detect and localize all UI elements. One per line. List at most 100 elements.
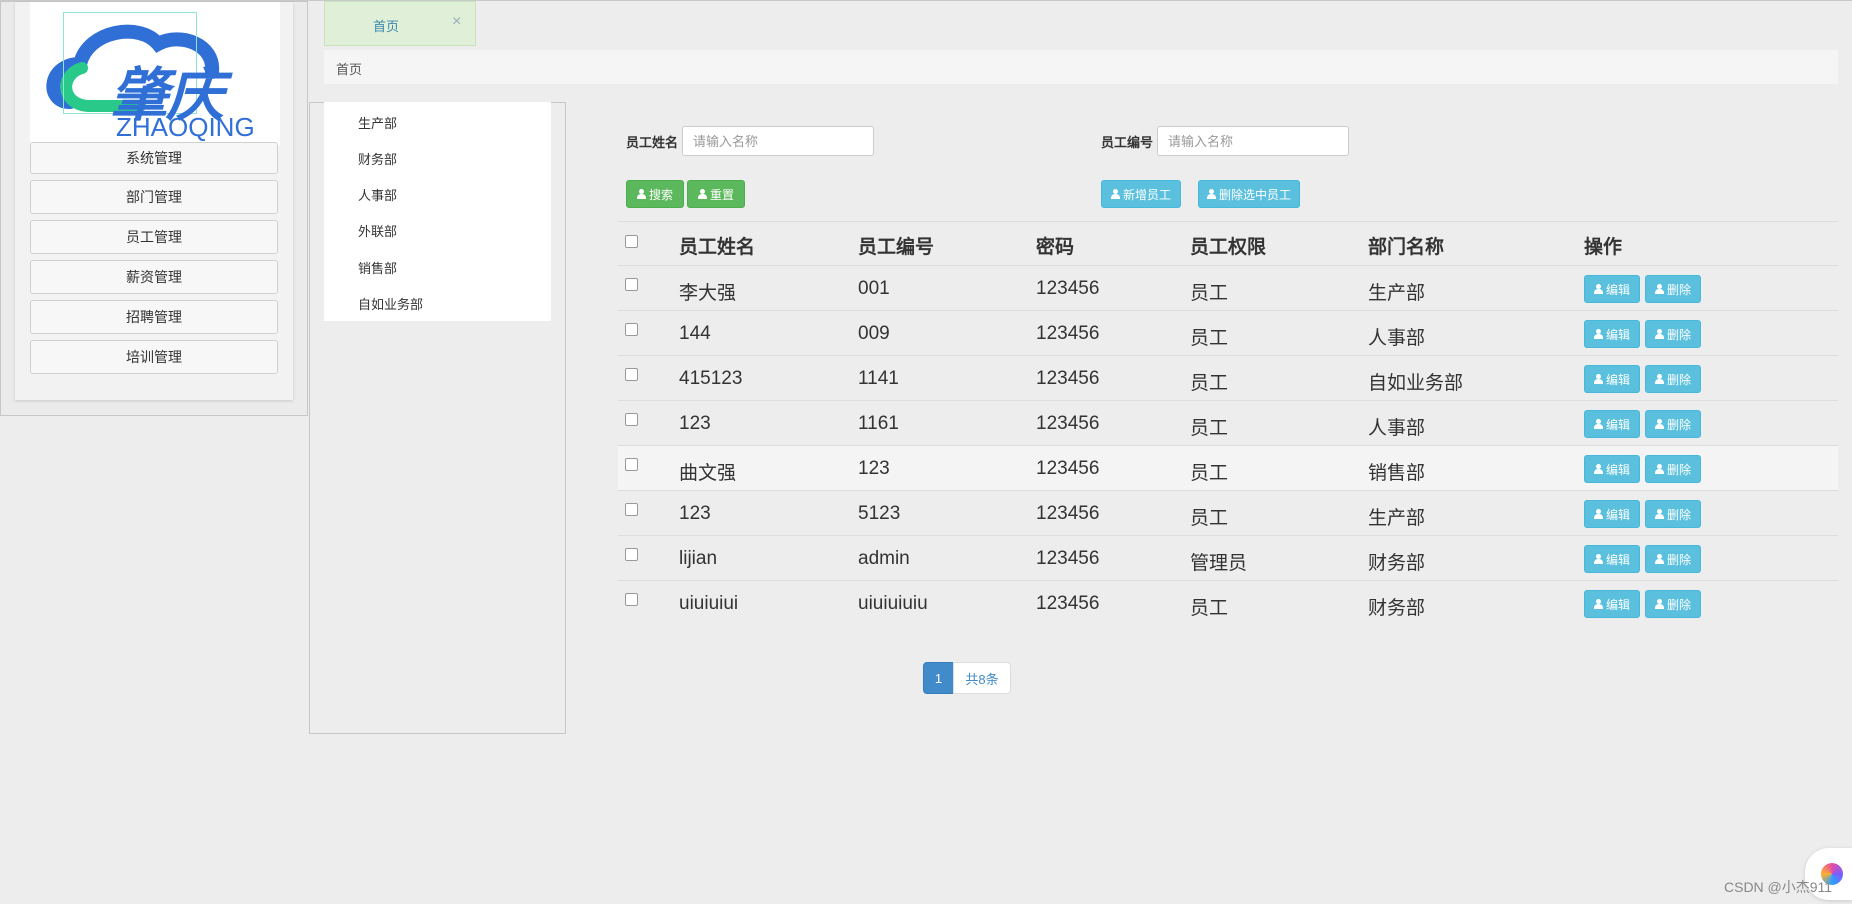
table-row: uiuiuiui uiuiuiuiu 123456 员工 财务部 编辑 删除: [618, 580, 1838, 625]
edit-button-label: 编辑: [1605, 552, 1630, 567]
department-item[interactable]: 生产部: [358, 113, 397, 132]
delete-button[interactable]: 删除: [1645, 320, 1701, 348]
employee-id-input[interactable]: [1157, 126, 1349, 156]
department-item[interactable]: 外联部: [358, 221, 397, 240]
cell-id: 1161: [858, 413, 899, 434]
delete-button-label: 删除: [1666, 552, 1691, 567]
cell-role: 员工: [1190, 283, 1229, 304]
cell-password: 123456: [1036, 593, 1100, 614]
row-checkbox[interactable]: [625, 323, 638, 336]
edit-button-label: 编辑: [1605, 327, 1630, 342]
row-checkbox[interactable]: [625, 278, 638, 291]
delete-button[interactable]: 删除: [1645, 410, 1701, 438]
search-button[interactable]: 搜索: [626, 180, 684, 208]
edit-button[interactable]: 编辑: [1584, 320, 1640, 348]
cell-department: 人事部: [1368, 418, 1426, 439]
table-row: 144 009 123456 员工 人事部 编辑 删除: [618, 310, 1838, 355]
edit-button[interactable]: 编辑: [1584, 545, 1640, 573]
delete-button-label: 删除: [1666, 417, 1691, 432]
department-item[interactable]: 销售部: [358, 258, 397, 277]
cell-name: 144: [679, 323, 711, 344]
sidebar-item-training[interactable]: 培训管理: [30, 340, 278, 374]
user-icon: [1593, 284, 1603, 294]
row-checkbox[interactable]: [625, 593, 638, 606]
cell-role: 管理员: [1190, 553, 1248, 574]
edit-button[interactable]: 编辑: [1584, 365, 1640, 393]
cell-name: 123: [679, 413, 711, 434]
user-icon: [1654, 599, 1664, 609]
sidebar-item-salary[interactable]: 薪资管理: [30, 260, 278, 294]
cell-department: 生产部: [1368, 283, 1426, 304]
department-list: 生产部 财务部 人事部 外联部 销售部 自如业务部: [324, 102, 551, 321]
pagination-total: 共8条: [953, 662, 1011, 694]
edit-button[interactable]: 编辑: [1584, 590, 1640, 618]
select-all-checkbox[interactable]: [625, 235, 638, 248]
department-item[interactable]: 自如业务部: [358, 294, 423, 313]
department-item[interactable]: 财务部: [358, 149, 397, 168]
row-checkbox[interactable]: [625, 458, 638, 471]
logo-subtitle: ZHAOQING: [116, 112, 255, 142]
cell-department: 人事部: [1368, 328, 1426, 349]
cell-password: 123456: [1036, 368, 1100, 389]
user-icon: [636, 189, 646, 199]
cell-id: admin: [858, 548, 910, 569]
delete-button[interactable]: 删除: [1645, 590, 1701, 618]
user-icon: [697, 189, 707, 199]
delete-selected-button[interactable]: 删除选中员工: [1198, 180, 1300, 208]
tab-home[interactable]: 首页 ×: [324, 1, 476, 46]
reset-button[interactable]: 重置: [687, 180, 745, 208]
pagination-current-page[interactable]: 1: [923, 662, 954, 694]
add-employee-button[interactable]: 新增员工: [1101, 180, 1181, 208]
tab-label: 首页: [373, 19, 400, 34]
user-icon: [1593, 554, 1603, 564]
breadcrumb: 首页: [324, 50, 1838, 84]
cell-name: 李大强: [679, 283, 737, 304]
cell-name: 415123: [679, 368, 743, 389]
edit-button-label: 编辑: [1605, 282, 1630, 297]
row-checkbox[interactable]: [625, 368, 638, 381]
delete-button[interactable]: 删除: [1645, 500, 1701, 528]
row-checkbox[interactable]: [625, 503, 638, 516]
user-icon: [1593, 419, 1603, 429]
delete-button-label: 删除: [1666, 282, 1691, 297]
cell-id: uiuiuiuiu: [858, 593, 928, 614]
delete-button[interactable]: 删除: [1645, 455, 1701, 483]
header-name: 员工姓名: [679, 237, 756, 258]
edit-button-label: 编辑: [1605, 507, 1630, 522]
row-checkbox[interactable]: [625, 413, 638, 426]
edit-button[interactable]: 编辑: [1584, 455, 1640, 483]
user-icon: [1593, 464, 1603, 474]
cell-department: 财务部: [1368, 553, 1426, 574]
cell-role: 员工: [1190, 373, 1229, 394]
sidebar-item-system[interactable]: 系统管理: [30, 142, 278, 174]
header-department: 部门名称: [1368, 237, 1445, 258]
header-id: 员工编号: [858, 237, 935, 258]
add-employee-button-label: 新增员工: [1122, 187, 1171, 202]
employee-name-input[interactable]: [682, 126, 874, 156]
edit-button[interactable]: 编辑: [1584, 410, 1640, 438]
edit-button[interactable]: 编辑: [1584, 275, 1640, 303]
user-icon: [1654, 509, 1664, 519]
sidebar-item-recruitment[interactable]: 招聘管理: [30, 300, 278, 334]
sidebar-item-employee[interactable]: 员工管理: [30, 220, 278, 254]
sidebar-item-department[interactable]: 部门管理: [30, 180, 278, 214]
delete-button[interactable]: 删除: [1645, 545, 1701, 573]
edit-button[interactable]: 编辑: [1584, 500, 1640, 528]
delete-button[interactable]: 删除: [1645, 365, 1701, 393]
cell-id: 009: [858, 323, 890, 344]
user-icon: [1593, 599, 1603, 609]
row-checkbox[interactable]: [625, 548, 638, 561]
employee-id-label: 员工编号: [1101, 135, 1154, 150]
department-item[interactable]: 人事部: [358, 185, 397, 204]
table-row: 123 1161 123456 员工 人事部 编辑 删除: [618, 400, 1838, 445]
delete-button-label: 删除: [1666, 462, 1691, 477]
cell-id: 123: [858, 458, 890, 479]
delete-button[interactable]: 删除: [1645, 275, 1701, 303]
cell-password: 123456: [1036, 503, 1100, 524]
cell-department: 销售部: [1368, 463, 1426, 484]
table-header-row: 员工姓名 员工编号 密码 员工权限 部门名称 操作: [618, 221, 1838, 265]
close-icon[interactable]: ×: [452, 13, 461, 31]
delete-button-label: 删除: [1666, 327, 1691, 342]
delete-button-label: 删除: [1666, 507, 1691, 522]
cell-name: 曲文强: [679, 463, 737, 484]
